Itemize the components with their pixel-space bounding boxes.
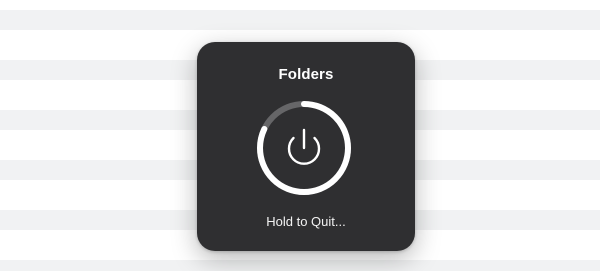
app-name: Folders — [278, 66, 334, 83]
quit-progress-ring — [257, 101, 351, 195]
power-icon — [287, 128, 321, 165]
hold-to-quit-label: Hold to Quit... — [266, 214, 346, 229]
quit-hud: Folders Hold to Quit... — [197, 42, 415, 251]
